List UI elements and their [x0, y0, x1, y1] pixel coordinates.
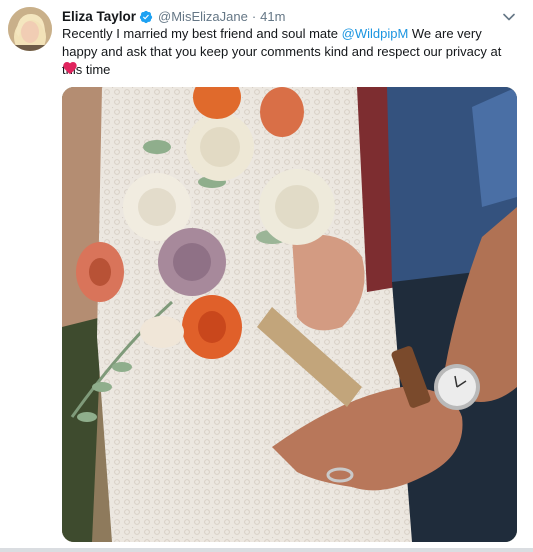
- red-heart-emoji-icon: [63, 62, 77, 75]
- header-separator: ·: [251, 9, 257, 24]
- verified-badge-icon: [139, 10, 153, 24]
- author-name[interactable]: Eliza Taylor: [62, 8, 136, 26]
- tweet-photo[interactable]: [62, 87, 517, 542]
- avatar-image: [8, 7, 52, 51]
- avatar[interactable]: [8, 7, 52, 51]
- tweet-text-part-1: Recently I married my best friend and so…: [62, 26, 342, 41]
- tweet-timestamp[interactable]: 41m: [260, 8, 285, 26]
- author-handle[interactable]: @MisElizaJane: [158, 8, 248, 26]
- mention-link[interactable]: @WildpipM: [342, 26, 409, 41]
- chevron-down-icon[interactable]: [501, 9, 517, 25]
- tweet-text: Recently I married my best friend and so…: [62, 25, 517, 79]
- tweet-card: Eliza Taylor @MisElizaJane · 41m Recentl…: [0, 0, 533, 552]
- tweet-header: Eliza Taylor @MisElizaJane · 41m: [62, 8, 493, 26]
- bottom-divider: [0, 548, 533, 552]
- wedding-bouquet-photo: [62, 87, 517, 542]
